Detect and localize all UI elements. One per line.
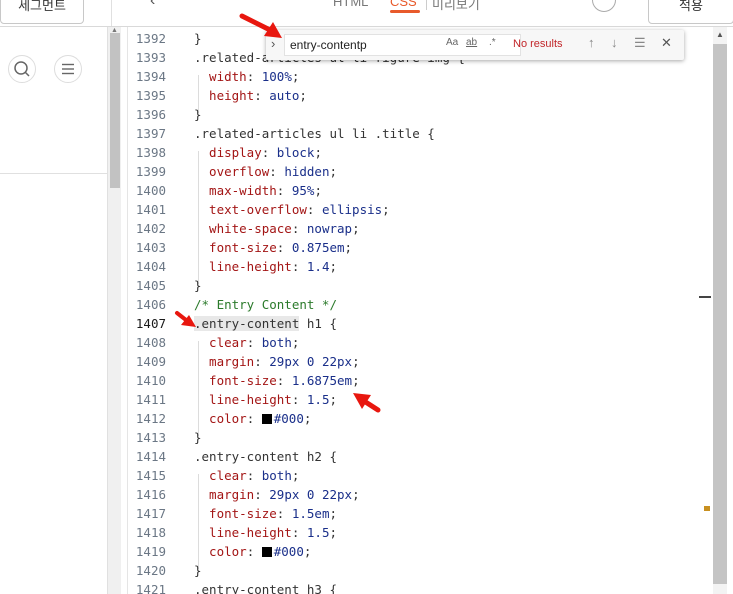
annotation-arrow-find	[239, 13, 282, 38]
annotation-arrows	[175, 13, 381, 413]
annotation-arrow-font-size	[353, 393, 381, 413]
annotation-arrow-selector	[175, 311, 196, 327]
